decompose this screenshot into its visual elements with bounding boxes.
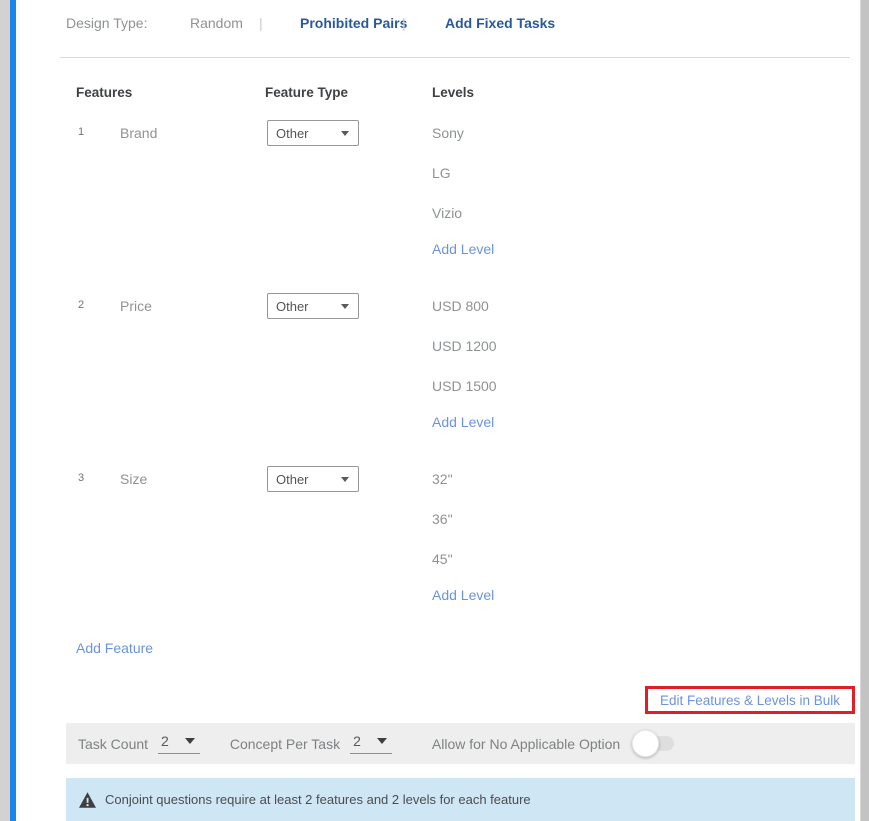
column-header-levels: Levels	[432, 85, 474, 100]
level-value: 32"	[432, 471, 453, 487]
add-feature-link[interactable]: Add Feature	[76, 640, 153, 656]
feature-type-selected-value: Other	[276, 472, 309, 487]
add-level-link[interactable]: Add Level	[432, 414, 494, 430]
level-value: USD 1200	[432, 338, 497, 354]
separator: |	[402, 15, 406, 31]
tab-prohibited-pairs[interactable]: Prohibited Pairs	[300, 15, 407, 31]
add-level-link[interactable]: Add Level	[432, 587, 494, 603]
task-count-select[interactable]: 2	[158, 733, 200, 754]
warning-banner: Conjoint questions require at least 2 fe…	[66, 778, 855, 821]
level-value: 36"	[432, 511, 453, 527]
level-value: USD 1500	[432, 378, 497, 394]
concept-per-task-label: Concept Per Task	[230, 736, 340, 752]
chevron-down-icon	[341, 304, 349, 309]
level-value: Sony	[432, 125, 464, 141]
task-count-value: 2	[161, 733, 169, 749]
design-type-option-random[interactable]: Random	[190, 15, 243, 31]
concept-per-task-select[interactable]: 2	[350, 733, 392, 754]
feature-type-select[interactable]: Other	[267, 293, 359, 319]
no-applicable-option-toggle[interactable]	[634, 736, 674, 751]
separator: |	[259, 15, 263, 31]
level-value: Vizio	[432, 205, 462, 221]
warning-triangle-icon	[79, 792, 96, 808]
design-type-label: Design Type:	[66, 15, 147, 31]
chevron-down-icon	[341, 477, 349, 482]
column-header-feature-type: Feature Type	[265, 85, 348, 100]
feature-type-select[interactable]: Other	[267, 466, 359, 492]
no-applicable-option-label: Allow for No Applicable Option	[432, 736, 620, 752]
level-value: LG	[432, 165, 451, 181]
column-header-features: Features	[76, 85, 132, 100]
task-count-label: Task Count	[78, 736, 148, 752]
row-number: 2	[78, 299, 84, 311]
caret-down-icon	[185, 738, 195, 744]
level-value: USD 800	[432, 298, 489, 314]
task-settings-bar: Task Count 2 Concept Per Task 2 Allow fo…	[66, 723, 855, 764]
warning-text: Conjoint questions require at least 2 fe…	[105, 792, 531, 807]
window-left-margin	[0, 0, 10, 821]
section-divider	[60, 57, 850, 58]
toggle-knob	[632, 730, 659, 757]
feature-name: Size	[120, 471, 147, 487]
edit-features-levels-bulk-link[interactable]: Edit Features & Levels in Bulk	[660, 693, 840, 708]
tab-add-fixed-tasks[interactable]: Add Fixed Tasks	[445, 15, 555, 31]
row-number: 1	[78, 126, 84, 138]
add-level-link[interactable]: Add Level	[432, 241, 494, 257]
feature-type-selected-value: Other	[276, 299, 309, 314]
caret-down-icon	[377, 738, 387, 744]
row-number: 3	[78, 472, 84, 484]
concept-per-task-value: 2	[353, 733, 361, 749]
level-value: 45"	[432, 551, 453, 567]
feature-name: Brand	[120, 125, 157, 141]
chevron-down-icon	[341, 131, 349, 136]
feature-type-select[interactable]: Other	[267, 120, 359, 146]
bulk-edit-highlight-box: Edit Features & Levels in Bulk	[645, 686, 855, 714]
panel-active-accent-bar	[10, 0, 16, 821]
feature-name: Price	[120, 298, 152, 314]
feature-type-selected-value: Other	[276, 126, 309, 141]
vertical-scrollbar[interactable]	[860, 0, 869, 821]
